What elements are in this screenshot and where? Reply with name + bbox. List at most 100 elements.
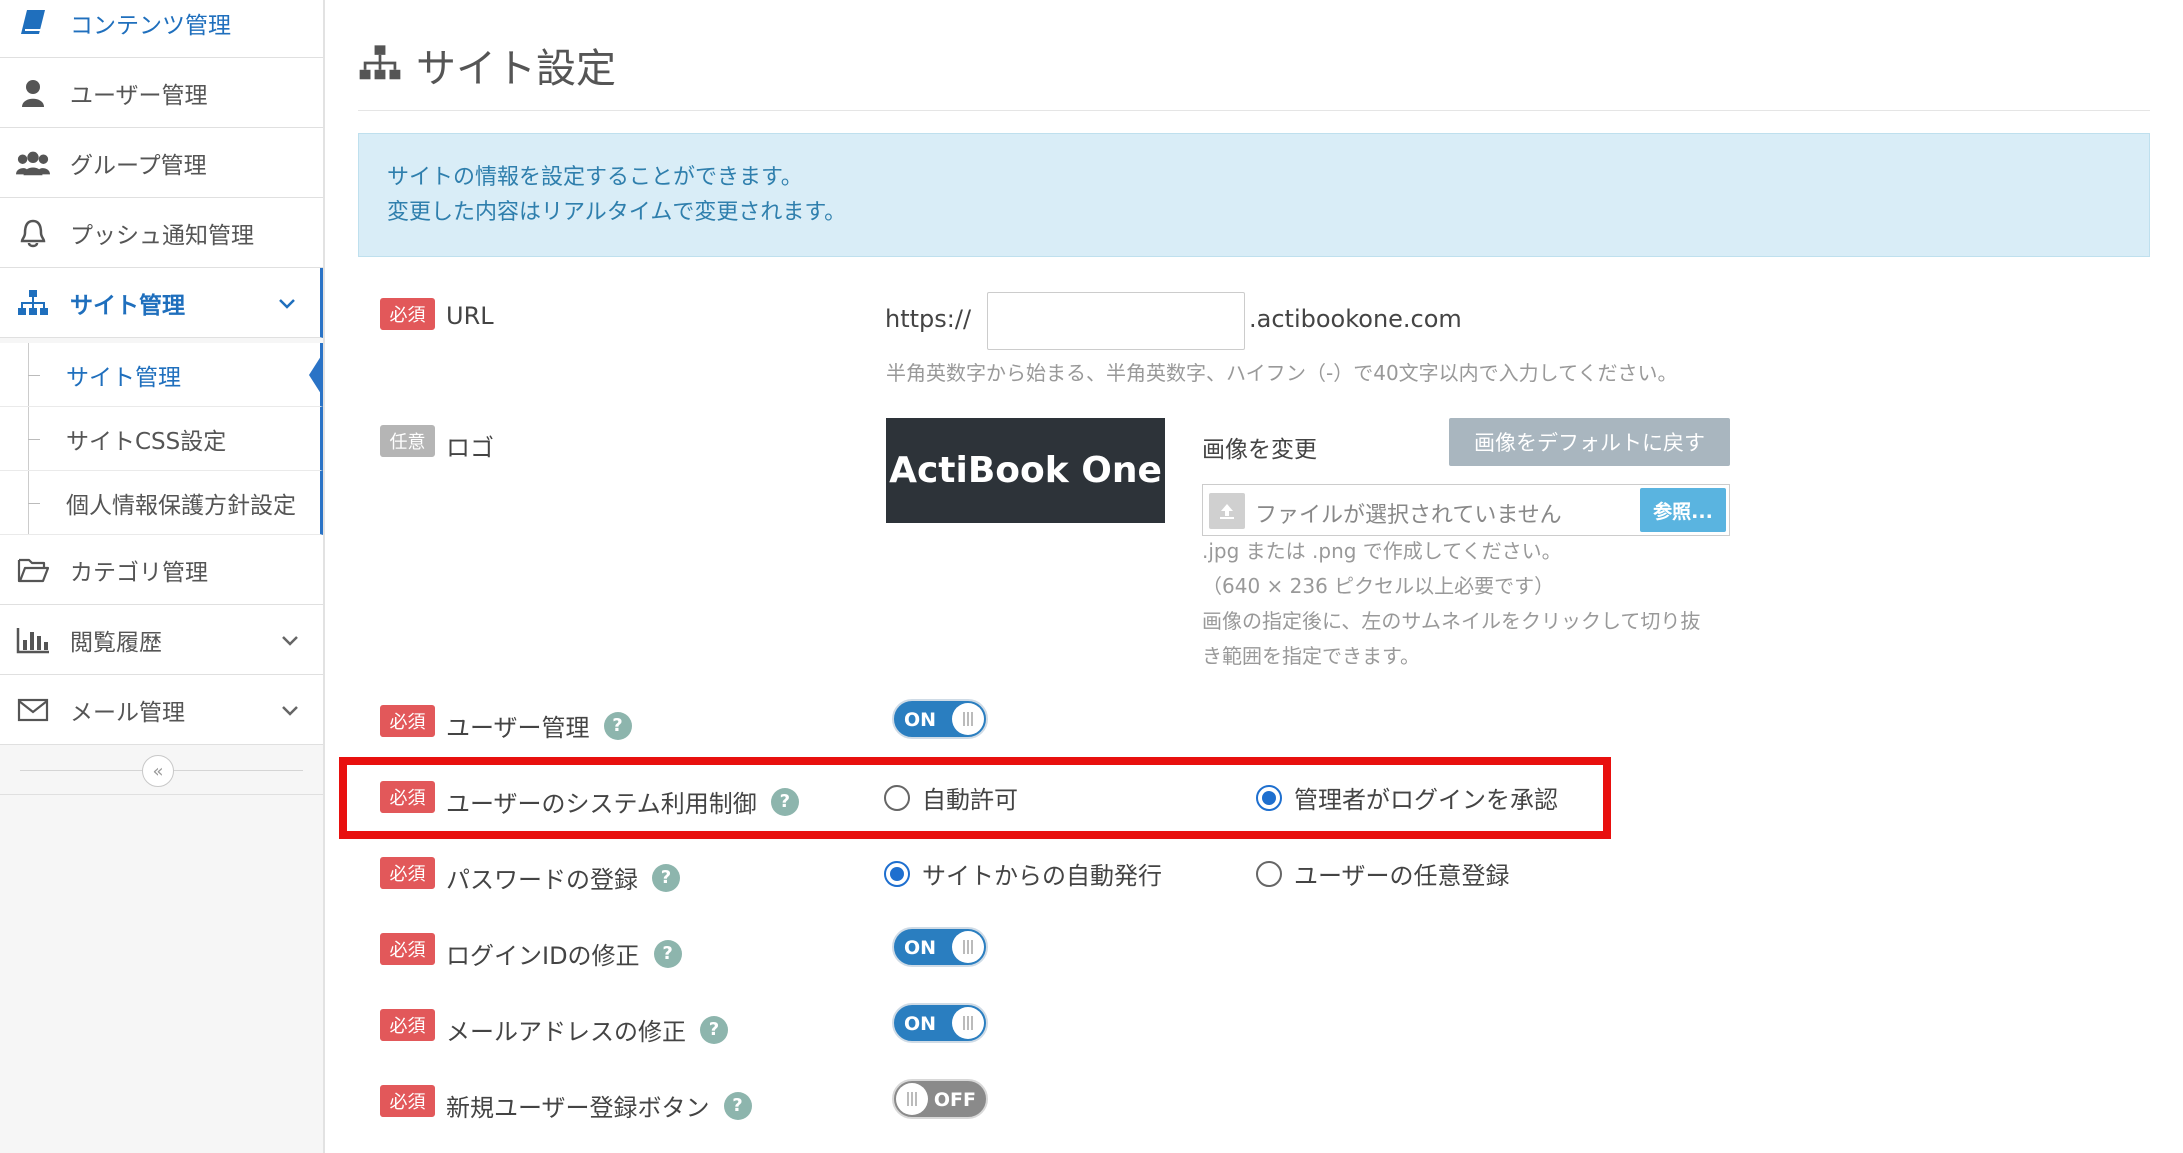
info-alert: サイトの情報を設定することができます。 変更した内容はリアルタイムで変更されます… [358,133,2150,257]
bell-icon [16,216,50,250]
logo-help-text: .jpg または .png で作成してください。 [1202,539,1562,563]
collapse-sidebar-button[interactable]: « [142,755,174,787]
radio-auto-issue[interactable]: サイトからの自動発行 [884,856,1162,891]
envelope-icon [16,693,50,727]
field-label-text: ログインIDの修正 [446,942,640,970]
book-icon [16,6,50,40]
optional-badge: 任意 [380,425,435,457]
sidebar-subitem-label: サイト管理 [66,364,181,391]
highlight-box [339,757,1611,839]
logo-help-text: （640 × 236 ピクセル以上必要です） [1202,574,1555,598]
file-input[interactable]: ファイルが選択されていません 参照... [1202,484,1730,536]
users-icon [16,146,50,180]
login-id-toggle[interactable]: ON [892,927,988,967]
tree-tick [28,502,40,504]
email-toggle[interactable]: ON [892,1003,988,1043]
field-label-logo: ロゴ [446,434,494,462]
sidebar-item-users[interactable]: ユーザー管理 [0,58,323,128]
help-question-icon[interactable]: ? [603,711,632,740]
required-badge: 必須 [380,1009,435,1041]
sidebar-item-push[interactable]: プッシュ通知管理 [0,198,323,268]
active-pointer [309,352,323,397]
sidebar-item-label: カテゴリ管理 [70,559,208,586]
radio-label: サイトからの自動発行 [922,862,1162,890]
divider [358,110,2150,111]
field-label-text: 新規ユーザー登録ボタン [446,1094,710,1122]
page-title: サイト設定 [416,46,616,92]
upload-icon [1209,493,1245,529]
toggle-knob [896,1083,928,1115]
field-label-password: パスワードの登録 ? [446,860,680,895]
new-user-button-toggle[interactable]: OFF [892,1079,988,1119]
logo-help-text: 画像の指定後に、左のサムネイルをクリックして切り抜 [1202,609,1701,633]
logo-thumbnail[interactable]: ActiBook One [886,418,1165,523]
field-label-text: パスワードの登録 [446,866,638,894]
help-question-icon[interactable]: ? [653,939,682,968]
folder-icon [16,553,50,587]
sitemap-icon [16,286,50,320]
user-mgmt-toggle[interactable]: ON [892,699,988,739]
reset-default-image-button[interactable]: 画像をデフォルトに戻す [1449,418,1730,466]
tree-tick [28,438,40,440]
url-help-text: 半角英数字から始まる、半角英数字、ハイフン（-）で40文字以内で入力してください… [886,361,1678,385]
field-label-new-user-button: 新規ユーザー登録ボタン ? [446,1088,752,1123]
sidebar-item-history[interactable]: 閲覧履歴 [0,605,323,675]
radio-circle [1256,860,1282,887]
sidebar-item-label: 閲覧履歴 [70,629,162,656]
file-placeholder: ファイルが選択されていません [1255,503,1562,528]
required-badge: 必須 [380,933,435,965]
sidebar-item-category[interactable]: カテゴリ管理 [0,535,323,605]
sidebar-item-label: ユーザー管理 [70,82,208,109]
radio-circle [884,860,910,887]
toggle-knob [952,1007,984,1039]
chevron-down-icon [276,292,298,314]
info-text-line: 変更した内容はリアルタイムで変更されます。 [387,200,847,225]
page-header: サイト設定 [358,30,616,100]
chevron-down-icon [279,629,301,651]
browse-button[interactable]: 参照... [1640,488,1726,532]
url-subdomain-input[interactable] [987,292,1245,350]
field-label-text: メールアドレスの修正 [446,1018,686,1046]
toggle-state: ON [904,1013,937,1035]
sidebar-collapse-row: « [0,745,323,795]
sidebar-subitem-label: 個人情報保護方針設定 [66,492,296,519]
sidebar-subitem-privacy[interactable]: 個人情報保護方針設定 [0,471,323,535]
toggle-knob [952,931,984,963]
logo-text: ActiBook One [889,450,1162,491]
sidebar-item-label: メール管理 [70,699,185,726]
chevron-down-icon [279,699,301,721]
user-icon [16,76,50,110]
url-suffix: .actibookone.com [1249,305,1462,333]
sidebar-item-label: グループ管理 [70,152,207,179]
help-question-icon[interactable]: ? [700,1015,728,1044]
sidebar-subitem-label: サイトCSS設定 [66,428,227,455]
sidebar-item-label: サイト管理 [70,292,185,319]
info-text-line: サイトの情報を設定することができます。 [387,165,803,190]
toggle-state: OFF [933,1089,976,1111]
help-question-icon[interactable]: ? [723,1091,752,1120]
field-label-url: URL [446,302,494,330]
sidebar-item-contents[interactable]: コンテンツ管理 [0,0,323,58]
radio-user-registration[interactable]: ユーザーの任意登録 [1256,856,1510,891]
field-label-login-id: ログインIDの修正 ? [446,936,682,971]
tree-tick [28,374,40,376]
required-badge: 必須 [380,298,435,330]
required-badge: 必須 [380,857,435,889]
sidebar: コンテンツ管理 ユーザー管理 グループ管理 プッシュ通知管理 サイト管理 サイト… [0,0,325,1153]
field-label-email: メールアドレスの修正 ? [446,1012,728,1047]
field-label-user-mgmt: ユーザー管理 ? [446,708,632,743]
sidebar-subitem-css[interactable]: サイトCSS設定 [0,407,323,471]
sidebar-item-groups[interactable]: グループ管理 [0,128,323,198]
required-badge: 必須 [380,1085,435,1117]
bar-chart-icon [16,623,50,657]
change-image-label: 画像を変更 [1202,437,1317,463]
logo-help-text: き範囲を指定できます。 [1202,644,1420,668]
sidebar-subitem-site[interactable]: サイト管理 [0,343,323,407]
sidebar-item-label: プッシュ通知管理 [70,222,254,249]
toggle-knob [952,703,984,735]
help-question-icon[interactable]: ? [652,863,680,892]
sidebar-item-site[interactable]: サイト管理 [0,268,323,338]
sidebar-item-label: コンテンツ管理 [70,12,231,39]
toggle-state: ON [904,709,937,731]
sidebar-item-mail[interactable]: メール管理 [0,675,323,745]
